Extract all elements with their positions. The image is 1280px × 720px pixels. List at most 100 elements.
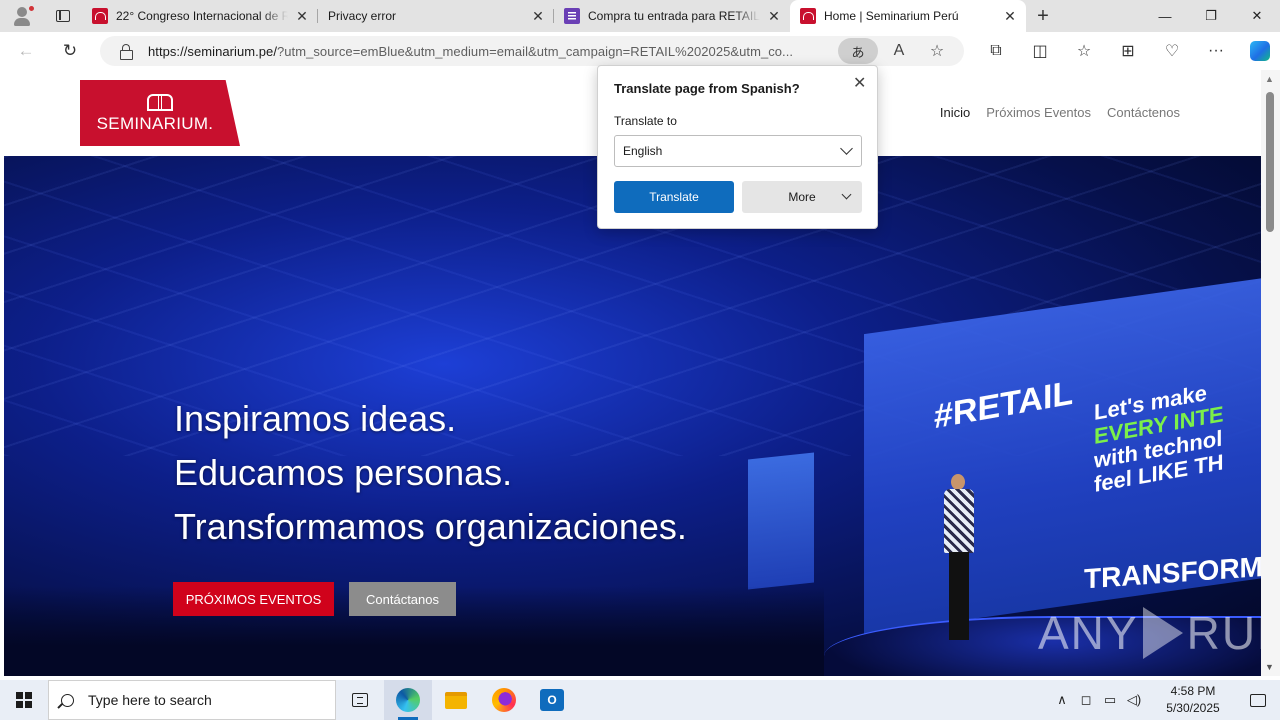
tab-home-seminarium[interactable]: Home | Seminarium Perú ✕ (790, 0, 1026, 32)
nav-item-inicio[interactable]: Inicio (940, 105, 970, 120)
new-tab-button[interactable]: + (1026, 0, 1060, 32)
profile-button[interactable] (0, 0, 44, 32)
watermark-left: ANY (1038, 607, 1139, 659)
lock-icon[interactable] (120, 44, 133, 60)
url-text[interactable]: https://seminarium.pe/?utm_source=emBlue… (148, 44, 832, 59)
tab-title: Compra tu entrada para RETAIL 2 (588, 9, 760, 23)
taskbar-search-box[interactable]: Type here to search (48, 680, 336, 720)
seminarium-favicon-icon (92, 8, 108, 24)
windows-taskbar: Type here to search O ∧ ◻ ▭ ◁) 4:58 PM 5… (0, 680, 1280, 720)
extensions-icon[interactable]: ⧉ (974, 36, 1018, 66)
minimize-icon[interactable]: — (1142, 0, 1188, 32)
more-button[interactable]: More (742, 181, 862, 213)
url-host: https://seminarium.pe/ (148, 43, 277, 59)
speaker-figure (942, 474, 976, 644)
tab-title: Privacy error (328, 9, 397, 23)
toolbar-right-buttons: ⧉ ◫ ☆ ⊞ ♡ ··· (974, 36, 1280, 66)
proximos-eventos-button[interactable]: PRÓXIMOS EVENTOS (173, 582, 334, 616)
browser-essentials-icon[interactable]: ♡ (1150, 36, 1194, 66)
target-language-select[interactable]: English (614, 135, 862, 167)
restore-icon[interactable]: ❐ (1188, 0, 1234, 32)
url-query: ?utm_source=emBlue&utm_medium=email&utm_… (277, 43, 794, 59)
selected-language: English (623, 144, 663, 158)
chevron-down-icon (841, 189, 852, 200)
tab-title: Home | Seminarium Perú (824, 9, 959, 23)
window-controls: — ❐ ✕ (1142, 0, 1280, 32)
collections-icon[interactable]: ⊞ (1106, 36, 1150, 66)
task-view-button[interactable] (336, 680, 384, 720)
translate-button[interactable]: Translate (614, 181, 734, 213)
close-tab-icon[interactable]: ✕ (766, 8, 782, 24)
copilot-icon[interactable] (1250, 41, 1270, 61)
more-button-label: More (788, 190, 816, 204)
tab-strip: 22° Congreso Internacional de Re ✕ Priva… (0, 0, 1280, 32)
notification-icon (1250, 693, 1266, 707)
speaker-legs (949, 552, 969, 640)
tab-title: 22° Congreso Internacional de Re (116, 9, 288, 23)
anyrun-watermark: ANY RUN (1038, 606, 1261, 660)
tab-actions-icon (56, 10, 70, 22)
profile-icon (17, 7, 27, 17)
search-placeholder: Type here to search (88, 692, 212, 708)
folder-icon (445, 691, 467, 709)
windows-logo-icon (16, 692, 32, 708)
task-view-icon (352, 693, 368, 707)
outlook-button[interactable]: O (528, 680, 576, 720)
side-screen (748, 452, 814, 590)
tab-compra-entrada[interactable]: Compra tu entrada para RETAIL 2 ✕ (554, 0, 790, 32)
scroll-down-icon[interactable]: ▼ (1265, 662, 1274, 672)
edge-icon (396, 688, 420, 712)
volume-icon[interactable]: ◁) (1122, 692, 1146, 708)
close-tab-icon[interactable]: ✕ (1002, 8, 1018, 24)
main-nav: Inicio Próximos Eventos Contáctenos (940, 105, 1180, 120)
close-tab-icon[interactable]: ✕ (294, 8, 310, 24)
tab-congreso[interactable]: 22° Congreso Internacional de Re ✕ (82, 0, 318, 32)
edge-taskbar-button[interactable] (384, 680, 432, 720)
nav-item-proximos-eventos[interactable]: Próximos Eventos (986, 105, 1091, 120)
file-explorer-button[interactable] (432, 680, 480, 720)
seminarium-favicon-icon (800, 8, 816, 24)
close-window-icon[interactable]: ✕ (1234, 0, 1280, 32)
read-aloud-icon[interactable]: A (884, 39, 914, 63)
system-tray: ∧ ◻ ▭ ◁) 4:58 PM 5/30/2025 (1050, 680, 1280, 720)
headline-line-2: Educamos personas. (174, 452, 513, 493)
back-arrow-icon[interactable]: ← (8, 36, 44, 66)
clock-time: 4:58 PM (1170, 684, 1216, 698)
refresh-icon[interactable]: ↻ (52, 36, 88, 66)
clock-date: 5/30/2025 (1166, 701, 1220, 715)
logo-wordmark: SEMINARIUM. (96, 114, 214, 133)
settings-more-icon[interactable]: ··· (1194, 36, 1238, 66)
scroll-thumb[interactable] (1266, 92, 1274, 232)
close-popup-icon[interactable]: ✕ (853, 73, 866, 93)
outlook-icon: O (540, 689, 564, 711)
speaker-head (951, 474, 965, 490)
chevron-up-icon[interactable]: ∧ (1050, 692, 1074, 708)
page-scrollbar[interactable]: ▲ ▼ (1261, 70, 1280, 676)
form-favicon-icon (564, 8, 580, 24)
start-button[interactable] (0, 680, 48, 720)
speaker-shirt (944, 489, 974, 553)
translate-popup: Translate page from Spanish? ✕ Translate… (597, 65, 878, 229)
address-bar[interactable]: https://seminarium.pe/?utm_source=emBlue… (100, 36, 964, 66)
profile-icon-body (14, 18, 30, 26)
chevron-down-icon (840, 142, 853, 155)
scroll-up-icon[interactable]: ▲ (1265, 74, 1274, 84)
hero-banner: #RETAIL Let's make EVERY INTE with techn… (4, 156, 1261, 676)
notification-dot (28, 5, 35, 12)
split-screen-icon[interactable]: ◫ (1018, 36, 1062, 66)
nav-item-contactenos[interactable]: Contáctenos (1107, 105, 1180, 120)
network-icon[interactable]: ▭ (1098, 692, 1122, 708)
favorites-icon[interactable]: ☆ (1062, 36, 1106, 66)
favorite-star-icon[interactable]: ☆ (922, 39, 952, 63)
seminarium-logo[interactable]: SEMINARIUM. (80, 80, 240, 146)
tab-privacy-error[interactable]: Privacy error ✕ (318, 0, 554, 32)
translate-icon[interactable]: あ (838, 38, 878, 64)
notifications-button[interactable] (1236, 680, 1280, 720)
system-clock[interactable]: 4:58 PM 5/30/2025 (1150, 683, 1236, 717)
meet-icon[interactable]: ◻ (1074, 692, 1098, 708)
headline-line-3: Transformamos organizaciones. (174, 506, 687, 547)
tab-actions-button[interactable] (44, 0, 82, 32)
close-tab-icon[interactable]: ✕ (530, 8, 546, 24)
contactanos-button[interactable]: Contáctanos (349, 582, 456, 616)
firefox-button[interactable] (480, 680, 528, 720)
